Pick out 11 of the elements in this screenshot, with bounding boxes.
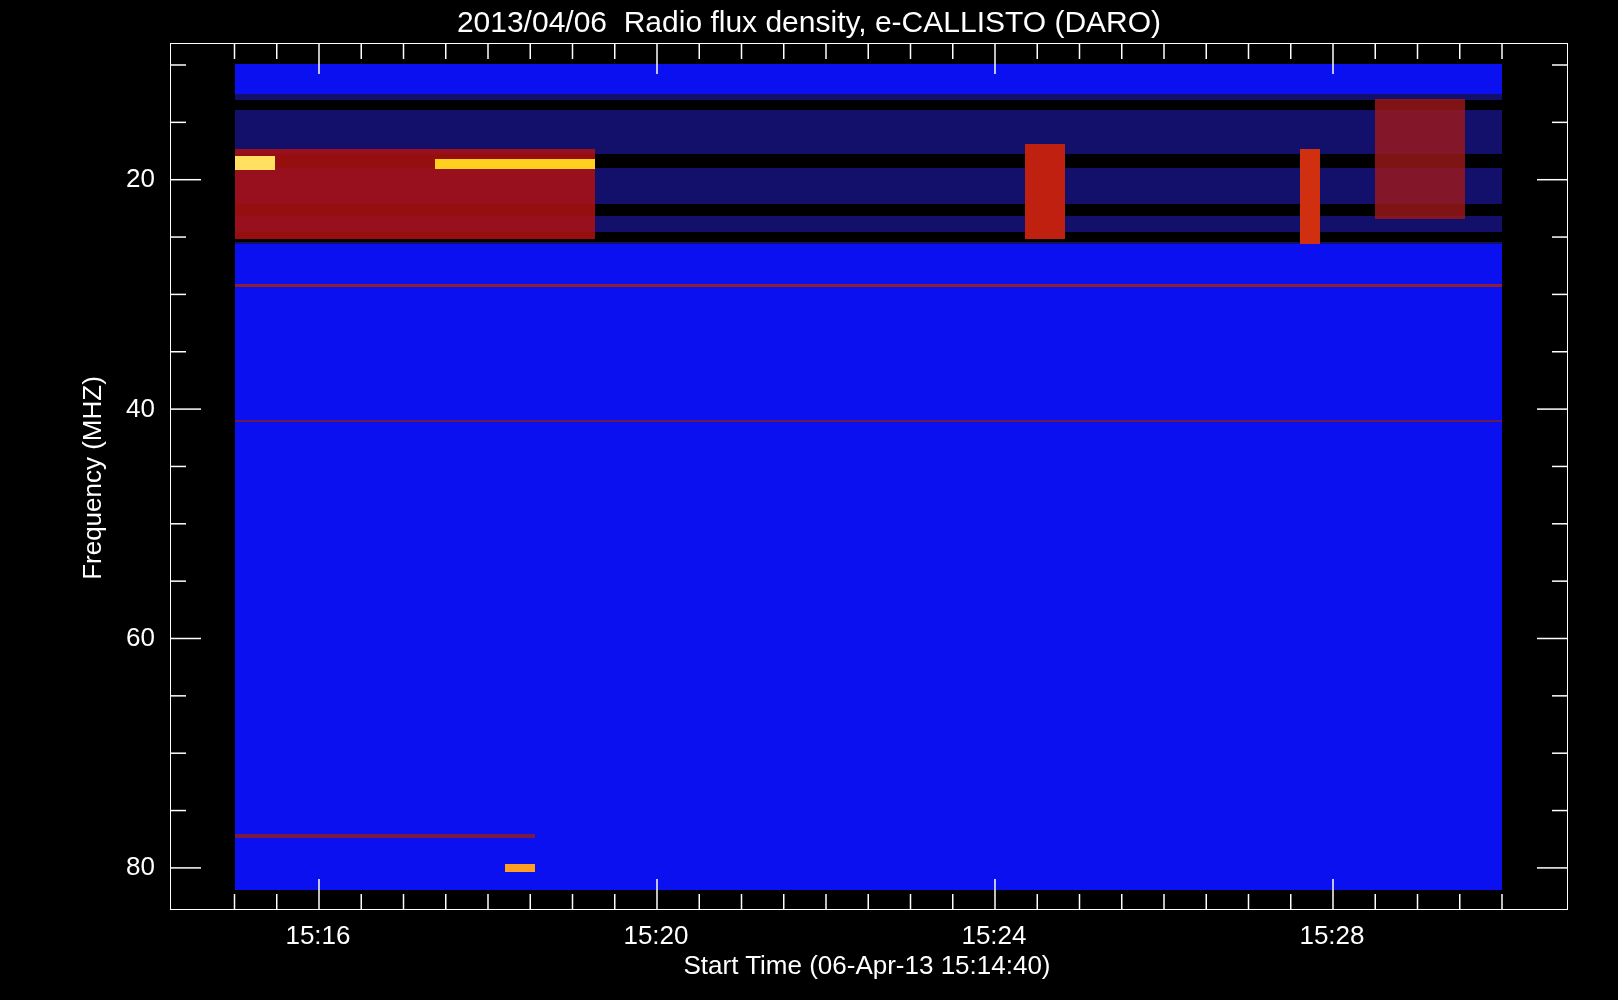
x-axis-tick-label: 15:28 xyxy=(1298,922,1366,948)
chart-title: 2013/04/06 Radio flux density, e-CALLISTO (DARO) xyxy=(456,6,1162,37)
x-axis-title: Start Time (06-Apr-13 15:14:40) xyxy=(683,952,1051,978)
x-axis-tick-label: 15:16 xyxy=(284,922,352,948)
y-axis-tick-label: 80 xyxy=(126,853,155,879)
y-axis-title: Frequency (MHZ) xyxy=(79,376,105,580)
x-axis-tick-label: 15:20 xyxy=(622,922,690,948)
y-axis-tick-label: 40 xyxy=(126,395,155,421)
y-axis-tick-label: 60 xyxy=(126,624,155,650)
x-axis-tick-label: 15:24 xyxy=(960,922,1028,948)
y-axis-tick-label: 20 xyxy=(126,165,155,191)
